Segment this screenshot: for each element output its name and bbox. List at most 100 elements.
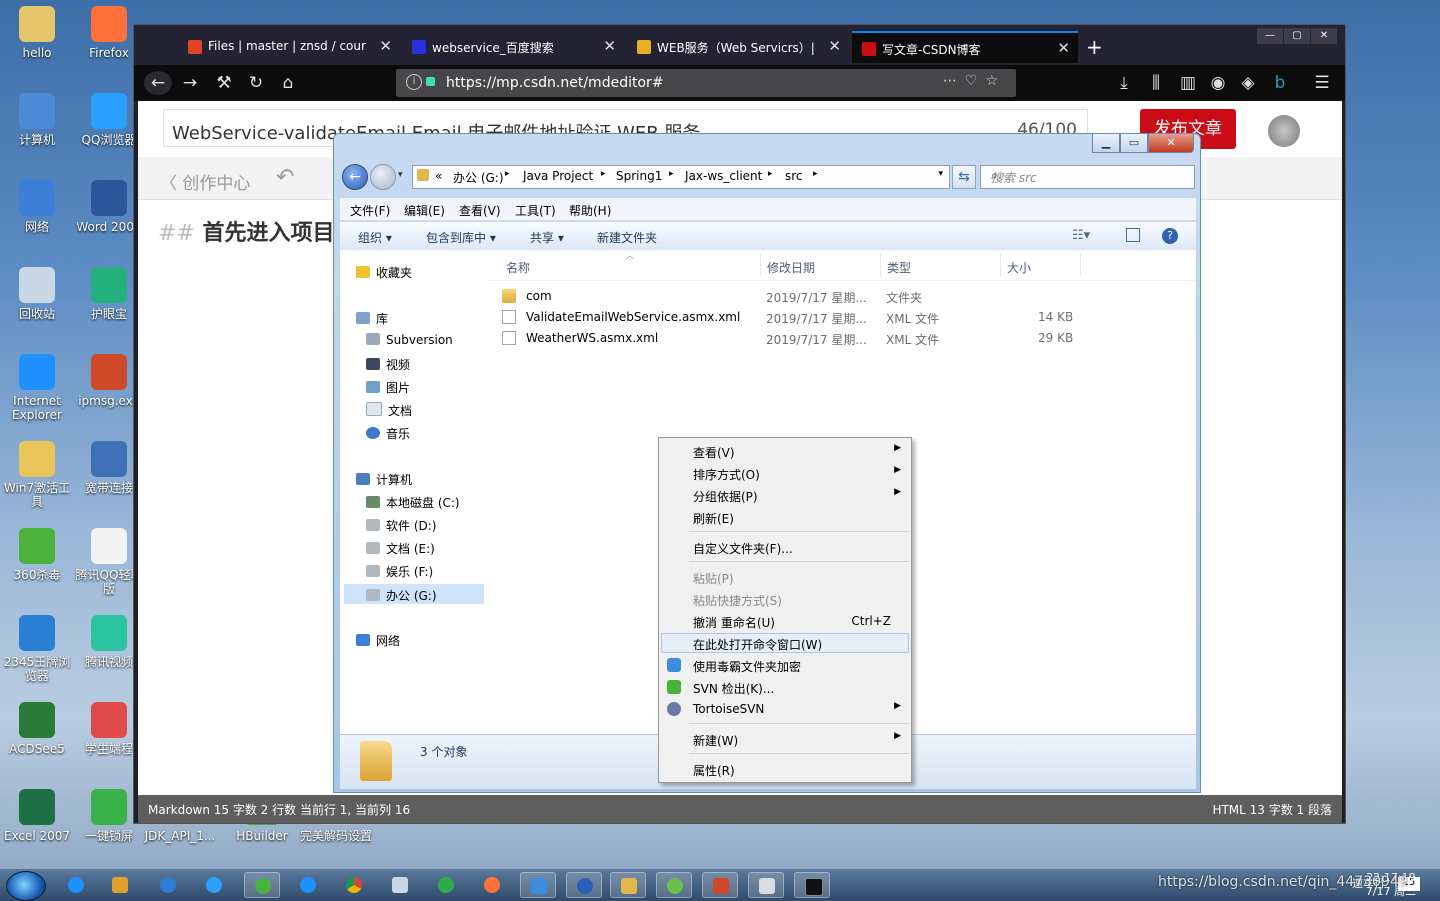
address-bar[interactable]: « 办公 (G:) ▸ Java Project ▸ Spring1 ▸ Jax… bbox=[412, 165, 950, 189]
close-icon[interactable]: ✕ bbox=[603, 37, 616, 55]
bing-icon[interactable]: b bbox=[1266, 71, 1294, 95]
forward-arrow-icon[interactable]: → bbox=[176, 71, 204, 95]
taskbar-ie-2[interactable] bbox=[150, 872, 186, 898]
nav-drive-f[interactable]: 娱乐 (F:) bbox=[366, 563, 433, 580]
view-options-icon[interactable]: ☷▾ bbox=[1072, 228, 1090, 244]
chevron-right-icon[interactable]: ▸ bbox=[813, 169, 818, 179]
close-button[interactable]: ✕ bbox=[1311, 28, 1337, 44]
menu-help[interactable]: 帮助(H) bbox=[569, 202, 611, 219]
column-type[interactable]: 类型 bbox=[887, 259, 911, 276]
taskbar-ie[interactable] bbox=[58, 872, 94, 898]
start-button[interactable] bbox=[6, 871, 46, 901]
taskbar-qq[interactable] bbox=[520, 872, 556, 898]
desktop-icon-360[interactable]: 360杀毒 bbox=[1, 528, 73, 582]
url-bar[interactable]: i https://mp.csdn.net/mdeditor# ⋯♡☆ bbox=[396, 69, 1016, 97]
organize-button[interactable]: 组织 ▾ bbox=[358, 229, 392, 246]
close-icon[interactable]: ✕ bbox=[379, 37, 392, 55]
editor-content[interactable]: ## 首先进入项目 bbox=[158, 215, 335, 247]
tab-gitlab[interactable]: Files | master | znsd / course ✕ bbox=[178, 31, 400, 63]
help-icon[interactable]: ? bbox=[1162, 228, 1178, 244]
menu-item-customize-folder[interactable]: 自定义文件夹(F)... bbox=[661, 537, 909, 557]
file-row[interactable]: com 2019/7/17 星期... 文件夹 bbox=[488, 286, 1088, 306]
desktop-icon-hello[interactable]: hello bbox=[1, 6, 73, 60]
menu-item-tortoisesvn[interactable]: TortoiseSVN ▶ bbox=[661, 699, 909, 719]
new-tab-button[interactable]: + bbox=[1078, 31, 1108, 63]
desktop-icon-app[interactable]: 回收站 bbox=[1, 267, 73, 321]
menu-item-open-command-window[interactable]: 在此处打开命令窗口(W) bbox=[661, 633, 909, 653]
menu-item-refresh[interactable]: 刷新(E) bbox=[661, 507, 909, 527]
forward-arrow-icon[interactable] bbox=[370, 164, 396, 190]
desktop-icon-excel-2007[interactable]: Excel 2007 bbox=[1, 789, 73, 843]
address-dropdown-icon[interactable]: ▾ bbox=[938, 169, 943, 179]
back-to-center-link[interactable]: 〈 创作中心 bbox=[160, 169, 250, 194]
breadcrumb-jax-ws-client[interactable]: Jax-ws_client bbox=[685, 169, 762, 183]
taskbar-firefox[interactable] bbox=[474, 872, 510, 898]
taskbar-wechat[interactable] bbox=[428, 872, 464, 898]
desktop-icon-2345[interactable]: 2345王牌浏览器 bbox=[1, 615, 73, 683]
search-input[interactable]: 搜索 src ⌕ bbox=[980, 165, 1195, 189]
account-icon[interactable]: ◉ bbox=[1204, 71, 1232, 95]
reload-icon[interactable]: ↻ bbox=[242, 71, 270, 95]
menu-item-view[interactable]: 查看(V) ▶ bbox=[661, 441, 909, 461]
nav-videos[interactable]: 视频 bbox=[366, 356, 410, 373]
desktop-icon-acdsee5[interactable]: ACDSee5 bbox=[1, 702, 73, 756]
breadcrumb-drive[interactable]: 办公 (G:) bbox=[453, 169, 504, 186]
taskbar-app[interactable] bbox=[102, 872, 138, 898]
breadcrumb-spring1[interactable]: Spring1 bbox=[616, 169, 662, 183]
breadcrumb-overflow[interactable]: « bbox=[435, 169, 442, 183]
avatar[interactable] bbox=[1268, 115, 1300, 147]
taskbar-green-app[interactable] bbox=[656, 872, 692, 898]
menu-item-new[interactable]: 新建(W) ▶ bbox=[661, 729, 909, 749]
extension-icon[interactable]: ◈ bbox=[1234, 71, 1262, 95]
taskbar-powerpoint[interactable] bbox=[702, 872, 738, 898]
refresh-icon[interactable]: ⇆ bbox=[952, 165, 976, 189]
menu-tools[interactable]: 工具(T) bbox=[515, 202, 556, 219]
menu-item-paste-shortcut[interactable]: 粘贴快捷方式(S) bbox=[661, 589, 909, 609]
maximize-button[interactable]: ▭ bbox=[1120, 134, 1148, 153]
menu-file[interactable]: 文件(F) bbox=[350, 202, 390, 219]
nav-subversion[interactable]: Subversion bbox=[366, 333, 453, 347]
nav-pictures[interactable]: 图片 bbox=[366, 379, 410, 396]
maximize-button[interactable]: ▢ bbox=[1284, 28, 1310, 44]
column-date[interactable]: 修改日期 bbox=[767, 259, 815, 276]
new-folder-button[interactable]: 新建文件夹 bbox=[597, 229, 657, 246]
file-row[interactable]: WeatherWS.asmx.xml 2019/7/17 星期... XML 文… bbox=[488, 328, 1088, 348]
taskbar-ie-3[interactable] bbox=[290, 872, 326, 898]
preview-pane-icon[interactable] bbox=[1126, 228, 1140, 242]
nav-drive-d[interactable]: 软件 (D:) bbox=[366, 517, 436, 534]
nav-network[interactable]: 网络 bbox=[356, 632, 400, 649]
chevron-right-icon[interactable]: ▸ bbox=[669, 169, 674, 179]
column-size[interactable]: 大小 bbox=[1007, 259, 1031, 276]
breadcrumb-java-project[interactable]: Java Project bbox=[523, 169, 593, 183]
nav-computer[interactable]: 计算机 bbox=[356, 471, 412, 488]
minimize-button[interactable]: — bbox=[1257, 28, 1283, 44]
nav-favorites[interactable]: 收藏夹 bbox=[356, 264, 412, 281]
undo-icon[interactable]: ↶ bbox=[276, 165, 294, 190]
include-in-library-button[interactable]: 包含到库中 ▾ bbox=[426, 229, 496, 246]
wrench-icon[interactable]: ⚒ bbox=[210, 71, 238, 95]
desktop-icon-app[interactable]: 计算机 bbox=[1, 93, 73, 147]
page-actions-icon[interactable]: ⋯♡☆ bbox=[943, 73, 1006, 89]
chevron-right-icon[interactable]: ▸ bbox=[768, 169, 773, 179]
desktop-icon-internet-explorer[interactable]: Internet Explorer bbox=[1, 354, 73, 422]
back-arrow-icon[interactable]: ← bbox=[144, 71, 172, 95]
back-arrow-icon[interactable]: ← bbox=[342, 164, 368, 190]
tab-csdn[interactable]: 写文章-CSDN博客 ✕ bbox=[852, 31, 1078, 63]
chevron-right-icon[interactable]: ▸ bbox=[601, 169, 606, 179]
file-row[interactable]: ValidateEmailWebService.asmx.xml 2019/7/… bbox=[488, 307, 1088, 327]
download-icon[interactable]: ⤓ bbox=[1110, 71, 1138, 95]
taskbar-notepad[interactable] bbox=[382, 872, 418, 898]
taskbar-firefox-2[interactable] bbox=[566, 872, 602, 898]
menu-item-properties[interactable]: 属性(R) bbox=[661, 759, 909, 779]
taskbar-chrome[interactable] bbox=[336, 872, 372, 898]
menu-item-undo-rename[interactable]: 撤消 重命名(U) Ctrl+Z bbox=[661, 611, 909, 631]
share-button[interactable]: 共享 ▾ bbox=[530, 229, 564, 246]
nav-library[interactable]: 库 bbox=[356, 310, 388, 327]
menu-edit[interactable]: 编辑(E) bbox=[404, 202, 445, 219]
taskbar-explorer[interactable] bbox=[610, 872, 646, 898]
minimize-button[interactable]: ▁ bbox=[1092, 134, 1120, 153]
menu-item-duba-encrypt[interactable]: 使用毒霸文件夹加密 bbox=[661, 655, 909, 675]
library-icon[interactable]: ⫼ bbox=[1142, 71, 1170, 95]
tab-baidu[interactable]: webservice_百度搜索 ✕ bbox=[402, 31, 624, 63]
nav-documents[interactable]: 文档 bbox=[366, 402, 412, 419]
